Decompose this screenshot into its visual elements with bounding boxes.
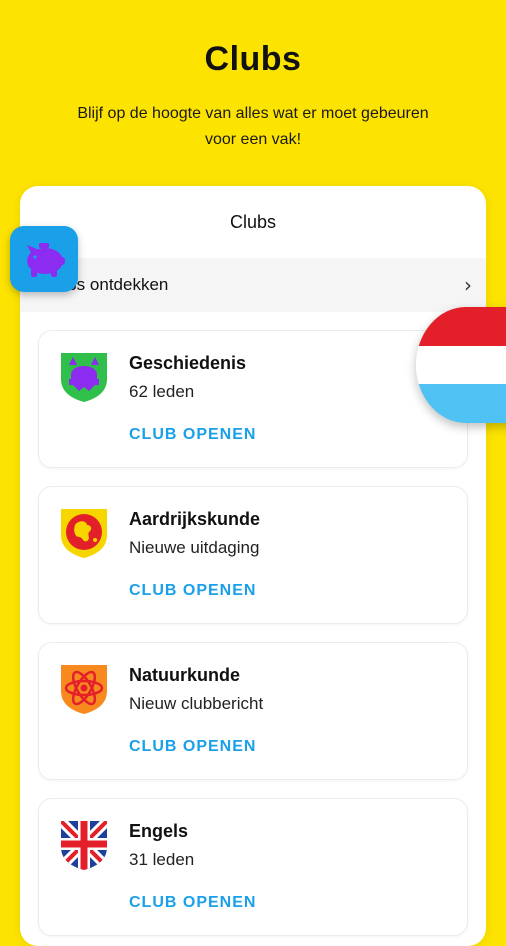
luxembourg-flag-icon bbox=[416, 307, 506, 423]
club-card-engels[interactable]: Engels 31 leden CLUB OPENEN bbox=[38, 798, 468, 936]
sheet-title: Clubs bbox=[229, 211, 277, 232]
club-open-button[interactable]: CLUB OPENEN bbox=[129, 426, 256, 444]
union-jack-icon bbox=[61, 821, 107, 870]
club-card-aardrijkskunde[interactable]: Aardrijkskunde Nieuwe uitdaging CLUB OPE… bbox=[38, 486, 468, 624]
clubs-sheet: Clubs lubs ontdekken › Geschiedenis 62 l… bbox=[20, 186, 486, 946]
club-open-button[interactable]: CLUB OPENEN bbox=[129, 894, 256, 912]
page-title: Clubs bbox=[204, 40, 302, 78]
club-open-button[interactable]: CLUB OPENEN bbox=[129, 582, 256, 600]
club-name: Aardrijkskunde bbox=[129, 509, 261, 529]
club-status: 62 leden bbox=[129, 382, 195, 401]
atom-icon bbox=[61, 665, 107, 714]
club-name: Natuurkunde bbox=[129, 665, 241, 685]
club-status: 31 leden bbox=[129, 850, 195, 869]
viking-helmet-icon bbox=[61, 353, 107, 402]
club-card-geschiedenis[interactable]: Geschiedenis 62 leden CLUB OPENEN bbox=[38, 330, 468, 468]
club-open-button[interactable]: CLUB OPENEN bbox=[129, 738, 256, 756]
chevron-right-icon: › bbox=[464, 273, 472, 297]
piggy-bank-icon bbox=[10, 226, 78, 292]
globe-icon bbox=[61, 509, 107, 558]
club-status: Nieuwe uitdaging bbox=[129, 538, 260, 557]
discover-clubs-row[interactable]: lubs ontdekken › bbox=[20, 258, 486, 312]
club-name: Geschiedenis bbox=[129, 353, 247, 373]
club-name: Engels bbox=[129, 821, 189, 841]
club-card-natuurkunde[interactable]: Natuurkunde Nieuw clubbericht CLUB OPENE… bbox=[38, 642, 468, 780]
page-subtitle: Blijf op de hoogte van alles wat er moet… bbox=[77, 105, 429, 148]
club-list: Geschiedenis 62 leden CLUB OPENEN Aardri… bbox=[20, 312, 486, 936]
club-status: Nieuw clubbericht bbox=[129, 694, 264, 713]
